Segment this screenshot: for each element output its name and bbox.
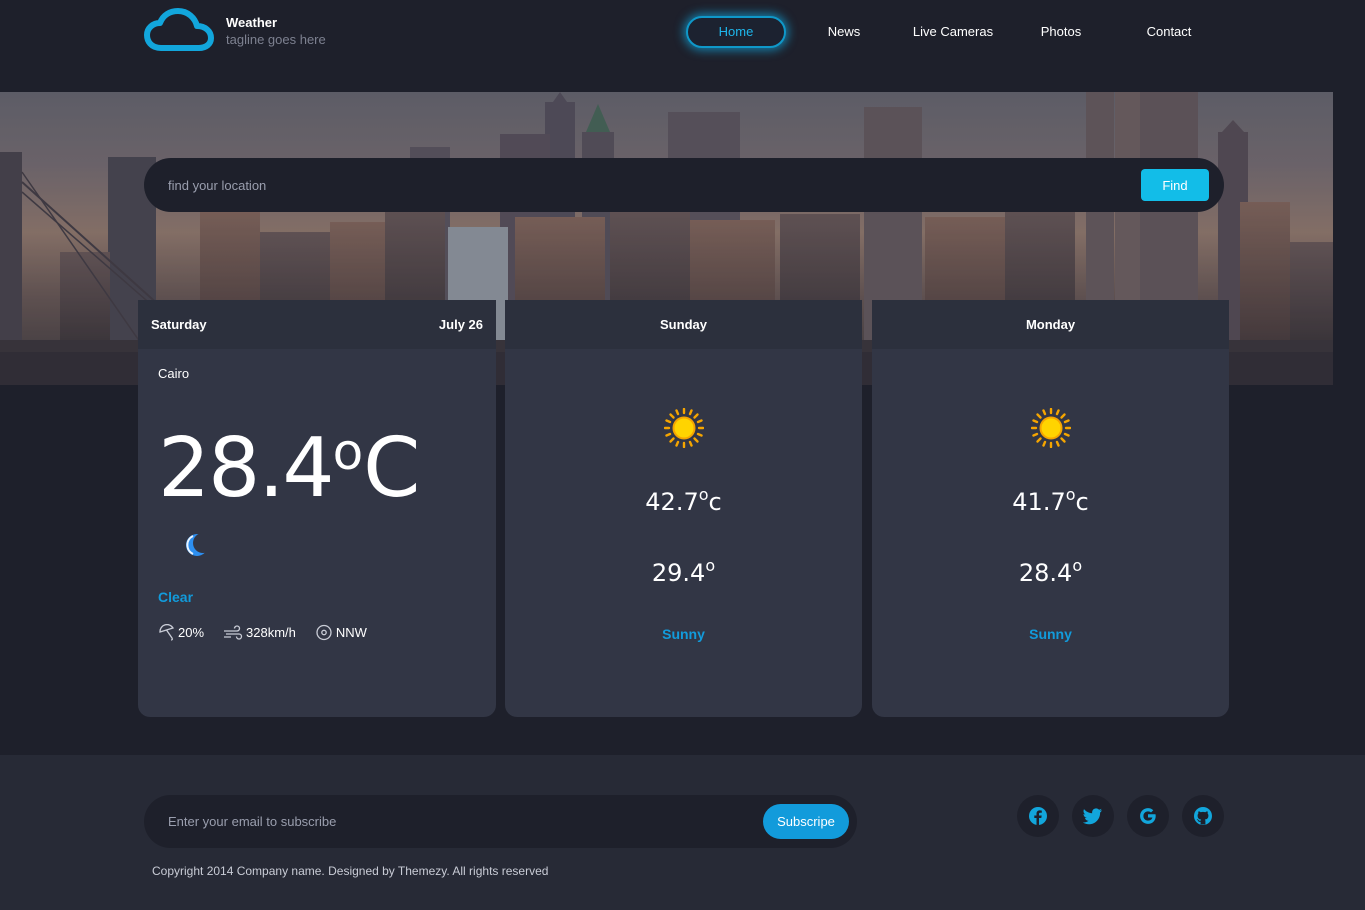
today-day: Saturday [151, 317, 207, 332]
wind-value: 328km/h [246, 625, 296, 640]
low-temperature: 29.4o [505, 556, 862, 587]
main-nav: Home News Live Cameras Photos Contact [0, 16, 1365, 48]
sun-icon [663, 408, 704, 448]
direction-stat: NNW [315, 624, 367, 641]
high-temperature: 41.7oc [872, 485, 1229, 516]
high-temp-unit: c [708, 488, 722, 516]
city-name: Cairo [158, 366, 190, 381]
today-date: July 26 [438, 317, 483, 332]
site-footer: Subscripe Copyright 2014 Company name. D… [0, 755, 1365, 910]
google-icon [1140, 808, 1156, 824]
forecast-condition: Sunny [1029, 626, 1072, 642]
today-card-header: Saturday July 26 [138, 300, 496, 349]
location-search: Find [144, 158, 1224, 212]
nav-item-contact[interactable]: Contact [1134, 16, 1204, 48]
facebook-icon [1029, 807, 1047, 825]
degree-sign: o [1065, 485, 1076, 504]
high-temp-unit: c [1075, 488, 1089, 516]
wind-icon [224, 625, 243, 640]
nav-item-home[interactable]: Home [686, 16, 786, 48]
high-temperature: 42.7oc [505, 485, 862, 516]
current-temperature: 28.4oC [158, 404, 420, 517]
current-temp-value: 28.4 [158, 421, 335, 516]
rain-stat: 20% [158, 624, 204, 641]
subscribe-button[interactable]: Subscripe [763, 804, 849, 839]
high-temp-value: 42.7 [645, 488, 699, 516]
google-link[interactable] [1127, 795, 1169, 837]
forecast-condition: Sunny [662, 626, 705, 642]
forecast-day: Sunday [660, 317, 707, 332]
nav-item-live-cameras[interactable]: Live Cameras [906, 16, 1000, 48]
umbrella-icon [159, 624, 174, 641]
low-temp-value: 29.4 [651, 559, 706, 587]
find-button[interactable]: Find [1141, 169, 1209, 201]
forecast-card-header: Monday [872, 300, 1229, 349]
nav-item-news[interactable]: News [812, 16, 876, 48]
temp-unit: C [363, 421, 420, 516]
twitter-icon [1083, 808, 1102, 825]
degree-sign: o [332, 423, 364, 481]
facebook-link[interactable] [1017, 795, 1059, 837]
low-temperature: 28.4o [872, 556, 1229, 587]
email-input[interactable] [168, 795, 738, 848]
today-forecast-card: Saturday July 26 Cairo 28.4oC Clear 20% … [138, 300, 496, 717]
twitter-link[interactable] [1072, 795, 1114, 837]
degree-sign: o [698, 485, 709, 504]
subscribe-form: Subscripe [144, 795, 857, 848]
nav-item-photos[interactable]: Photos [1030, 16, 1092, 48]
forecast-card: Sunday 42.7oc 29.4o Sunny [505, 300, 862, 717]
weather-stats: 20% 328km/h NNW [158, 624, 386, 641]
low-temp-value: 28.4 [1018, 559, 1073, 587]
degree-sign: o [1072, 556, 1083, 575]
location-search-input[interactable] [168, 158, 1068, 212]
wind-stat: 328km/h [223, 624, 296, 641]
degree-sign: o [705, 556, 716, 575]
sun-icon [1030, 408, 1071, 448]
current-condition: Clear [158, 589, 194, 605]
forecast-card-header: Sunday [505, 300, 862, 349]
rain-value: 20% [178, 625, 205, 640]
moon-icon [186, 533, 211, 556]
high-temp-value: 41.7 [1012, 488, 1066, 516]
direction-value: NNW [335, 625, 367, 640]
compass-icon [316, 624, 332, 641]
github-link[interactable] [1182, 795, 1224, 837]
github-icon [1194, 807, 1212, 825]
site-header: Weather tagline goes here Home News Live… [0, 0, 1365, 92]
copyright-text: Copyright 2014 Company name. Designed by… [152, 864, 549, 878]
forecast-day: Monday [1025, 317, 1076, 332]
forecast-card: Monday 41.7oc 28.4o Sunny [872, 300, 1229, 717]
